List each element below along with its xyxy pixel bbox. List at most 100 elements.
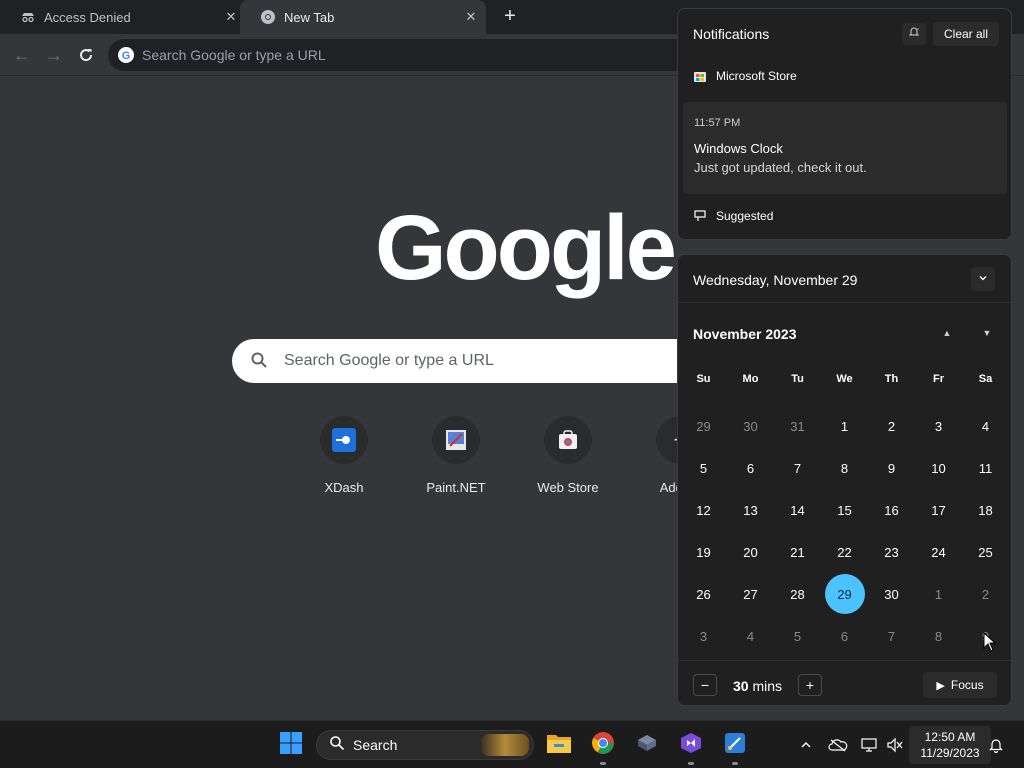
day-number: 6 <box>746 460 755 476</box>
calendar-day[interactable]: 15 <box>821 489 868 531</box>
day-number: 2 <box>887 418 896 434</box>
day-number: 14 <box>790 502 805 518</box>
suggested-header: Suggested <box>693 209 773 223</box>
calendar-day[interactable]: 27 <box>727 573 774 615</box>
calendar-day[interactable]: 22 <box>821 531 868 573</box>
calendar-day[interactable]: 4 <box>962 405 1009 447</box>
windows-logo-icon <box>279 731 303 760</box>
new-tab-button[interactable]: + <box>499 6 521 28</box>
weekday-label: Tu <box>791 373 804 385</box>
calendar-day[interactable]: 5 <box>774 615 821 657</box>
calendar-day[interactable]: 20 <box>727 531 774 573</box>
day-number: 17 <box>931 502 946 518</box>
calendar-day[interactable]: 29 <box>680 405 727 447</box>
forward-icon[interactable]: → <box>42 43 66 67</box>
notification-card[interactable]: 11:57 PM Windows Clock Just got updated,… <box>683 102 1007 194</box>
calendar-day[interactable]: 8 <box>915 615 962 657</box>
calendar-day[interactable]: 31 <box>774 405 821 447</box>
day-number: 2 <box>981 586 990 602</box>
day-number: 27 <box>743 586 758 602</box>
calendar-day[interactable]: 30 <box>727 405 774 447</box>
taskbar-clock[interactable]: 12:50 AM 11/29/2023 <box>909 726 991 764</box>
day-number: 12 <box>696 502 711 518</box>
calendar-day[interactable]: 4 <box>727 615 774 657</box>
day-number: 15 <box>837 502 852 518</box>
calendar-day[interactable]: 14 <box>774 489 821 531</box>
calendar-day[interactable]: 7 <box>868 615 915 657</box>
calendar-day[interactable]: 17 <box>915 489 962 531</box>
day-number: 3 <box>934 418 943 434</box>
decrease-minutes-button[interactable]: − <box>693 674 717 696</box>
start-focus-button[interactable]: ▶ Focus <box>923 672 997 698</box>
volume-muted-icon[interactable] <box>885 735 905 755</box>
calendar-day[interactable]: 10 <box>915 447 962 489</box>
shortcut-label: Web Store <box>537 480 599 495</box>
bell-icon[interactable] <box>986 735 1006 755</box>
increase-minutes-button[interactable]: + <box>798 674 822 696</box>
calendar-day[interactable]: 9 <box>868 447 915 489</box>
calendar-day[interactable]: 6 <box>727 447 774 489</box>
calendar-day[interactable]: 8 <box>821 447 868 489</box>
taskbar-search-box[interactable]: Search <box>316 730 534 760</box>
calendar-day[interactable]: 30 <box>868 573 915 615</box>
onedrive-icon[interactable] <box>828 735 848 755</box>
start-button[interactable] <box>277 731 305 759</box>
close-tab-icon[interactable]: ✕ <box>222 8 240 26</box>
shortcut-paintnet[interactable]: Paint.NET <box>400 416 512 495</box>
calendar-day[interactable]: 16 <box>868 489 915 531</box>
calendar-day[interactable]: 2 <box>868 405 915 447</box>
calendar-day[interactable]: 5 <box>680 447 727 489</box>
bell-snooze-icon: z <box>908 25 920 43</box>
previous-month-button[interactable]: ▲ <box>937 325 957 341</box>
day-number: 24 <box>931 544 946 560</box>
chrome-taskbar-button[interactable] <box>589 731 617 759</box>
tab-new-tab[interactable]: New Tab ✕ <box>240 0 486 34</box>
month-title[interactable]: November 2023 <box>693 326 797 342</box>
collapse-calendar-button[interactable] <box>971 267 995 291</box>
paint-app-button[interactable] <box>721 731 749 759</box>
calendar-day[interactable]: 6 <box>821 615 868 657</box>
next-month-button[interactable]: ▼ <box>977 325 997 341</box>
clear-all-button[interactable]: Clear all <box>933 22 999 46</box>
calendar-day[interactable]: 11 <box>962 447 1009 489</box>
calendar-day[interactable]: 2 <box>962 573 1009 615</box>
calendar-day[interactable]: 26 <box>680 573 727 615</box>
calendar-day[interactable]: 3 <box>680 615 727 657</box>
calendar-day[interactable]: 21 <box>774 531 821 573</box>
calendar-day[interactable]: 19 <box>680 531 727 573</box>
calendar-day[interactable]: 3 <box>915 405 962 447</box>
back-icon[interactable]: ← <box>10 43 34 67</box>
calendar-day[interactable]: 25 <box>962 531 1009 573</box>
day-number: 4 <box>981 418 990 434</box>
calendar-day[interactable]: 18 <box>962 489 1009 531</box>
paint-icon <box>723 731 747 760</box>
file-explorer-button[interactable] <box>545 731 573 759</box>
search-icon <box>250 351 270 371</box>
calendar-day[interactable]: 23 <box>868 531 915 573</box>
network-icon[interactable] <box>860 735 880 755</box>
app-name: Microsoft Store <box>716 69 797 83</box>
folder-icon <box>546 732 572 759</box>
visual-studio-button[interactable] <box>677 731 705 759</box>
chrome-icon <box>260 9 276 25</box>
calendar-day-today[interactable]: 29 <box>821 573 868 615</box>
calendar-day[interactable]: 1 <box>915 573 962 615</box>
calendar-day[interactable]: 1 <box>821 405 868 447</box>
weekday-label: We <box>836 373 853 385</box>
tab-access-denied[interactable]: Access Denied ✕ <box>0 0 246 34</box>
address-bar[interactable]: G Search Google or type a URL <box>108 39 708 71</box>
day-number: 30 <box>884 586 899 602</box>
reload-icon[interactable] <box>74 43 98 67</box>
shortcut-xdash[interactable]: XDash <box>288 416 400 495</box>
do-not-disturb-button[interactable]: z <box>902 23 926 45</box>
shortcut-webstore[interactable]: Web Store <box>512 416 624 495</box>
calendar-day[interactable]: 24 <box>915 531 962 573</box>
calendar-day[interactable]: 7 <box>774 447 821 489</box>
virtualbox-button[interactable] <box>633 731 661 759</box>
focus-button-label: Focus <box>950 678 984 692</box>
calendar-day[interactable]: 28 <box>774 573 821 615</box>
calendar-day[interactable]: 13 <box>727 489 774 531</box>
close-tab-icon[interactable]: ✕ <box>462 8 480 26</box>
show-hidden-icons-chevron-icon[interactable] <box>796 735 816 755</box>
calendar-day[interactable]: 12 <box>680 489 727 531</box>
